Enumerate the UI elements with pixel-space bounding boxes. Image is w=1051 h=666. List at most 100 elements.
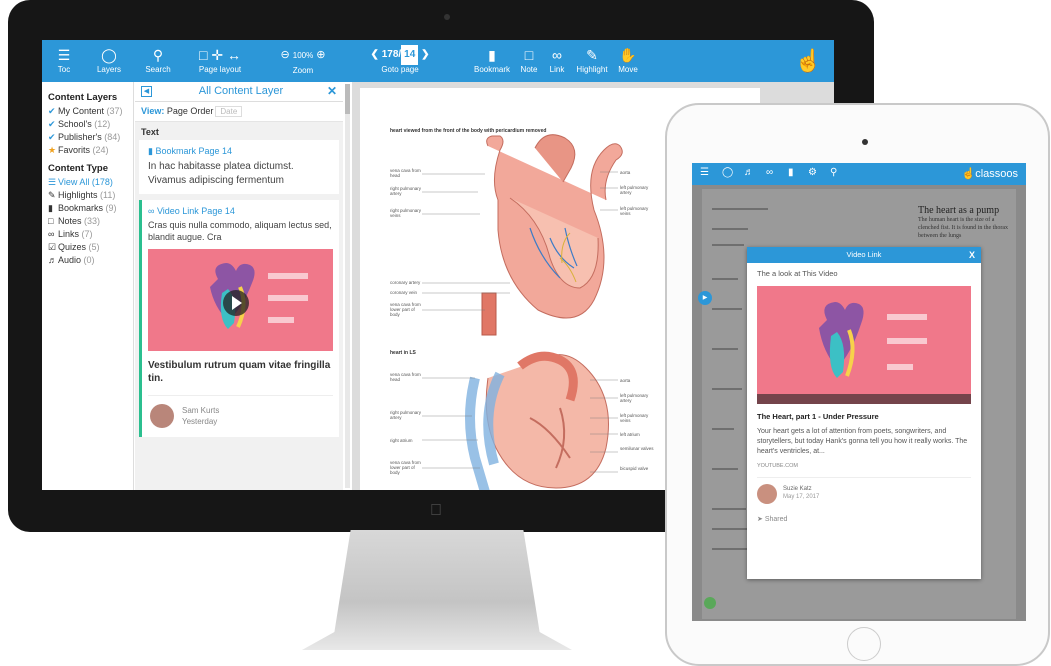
camera xyxy=(444,14,450,20)
link-icon: ∞ xyxy=(48,229,55,239)
note-button[interactable]: □ Note xyxy=(516,40,542,82)
page-layout-icon: □ ✛ ↔ xyxy=(199,47,241,63)
classoos-logo: ☝classoos xyxy=(961,168,1019,180)
avatar xyxy=(150,404,174,428)
video-thumbnail[interactable] xyxy=(757,286,971,404)
list-icon: ☰ xyxy=(48,177,57,187)
search-icon: ⚲ xyxy=(152,47,164,63)
ipad-page-text: The heart as a pump The human heart is t… xyxy=(918,205,1008,239)
move-icon: ✋ xyxy=(619,47,637,63)
audio-icon: ♬ xyxy=(48,255,57,265)
type-bookmarks[interactable]: ▮ Bookmarks (9) xyxy=(48,202,133,215)
panel-header: ◀ All Content Layer ✕ xyxy=(135,82,343,102)
imac-stand xyxy=(302,530,572,650)
type-audio[interactable]: ♬Audio (0) xyxy=(48,254,133,267)
note-icon: □ xyxy=(524,47,534,63)
note-icon: □ xyxy=(48,216,54,226)
heart-illustration xyxy=(210,263,308,329)
type-view-all[interactable]: ☰ View All (178) xyxy=(48,176,133,189)
layer-schools[interactable]: ✔ School's (12) xyxy=(48,118,133,131)
video-thumbnail[interactable] xyxy=(148,249,333,351)
view-page-order[interactable]: Page Order xyxy=(167,106,214,116)
list-icon: ☰ xyxy=(57,47,71,63)
video-marker-icon[interactable]: ▶ xyxy=(698,291,712,305)
audio-icon[interactable]: ♬ xyxy=(744,167,754,178)
star-icon: ★ xyxy=(48,145,57,155)
layers-button[interactable]: ◯ Layers xyxy=(90,40,128,82)
bookmark-icon[interactable]: ▮ xyxy=(788,167,794,178)
check-icon: ✔ xyxy=(48,132,56,142)
home-button[interactable] xyxy=(847,627,881,661)
close-icon[interactable]: ✕ xyxy=(327,84,337,98)
close-icon[interactable]: X xyxy=(969,247,975,263)
view-date[interactable]: Date xyxy=(215,106,243,117)
toc-button[interactable]: ☰ Toc xyxy=(48,40,80,82)
content-type-title: Content Type xyxy=(48,163,108,174)
content-list-panel: ◀ All Content Layer ✕ View: Page Order Da… xyxy=(135,82,343,490)
zoom-value: 100% xyxy=(292,51,314,60)
bookmark-icon: ▮ xyxy=(488,47,496,63)
layer-publishers[interactable]: ✔ Publisher's (84) xyxy=(48,131,133,144)
ipad-footer xyxy=(704,597,720,609)
share-icon: ➤ xyxy=(757,516,763,523)
link-icon[interactable]: ∞ xyxy=(766,167,773,178)
type-notes[interactable]: □ Notes (33) xyxy=(48,215,133,228)
view-selector: View: Page Order Date xyxy=(135,102,343,122)
ipad-device: ☰ ◯ ♬ ∞ ▮ ⚙ ⚲ ☝classoos The heart as a p… xyxy=(665,103,1050,666)
page-layout-button[interactable]: □ ✛ ↔ Page layout xyxy=(190,40,250,82)
goto-page-control[interactable]: ❮ 178/14 ❯ Goto page xyxy=(354,40,446,82)
panel-scrollbar[interactable] xyxy=(345,84,350,488)
highlight-icon: ✎ xyxy=(586,47,598,63)
highlight-button[interactable]: ✎ Highlight xyxy=(572,40,612,82)
shared-label[interactable]: ➤ Shared xyxy=(747,507,981,531)
layers-icon[interactable]: ◯ xyxy=(722,167,733,178)
popup-author: Suzie Katz May 17, 2017 xyxy=(757,477,971,507)
figure-caption-2: heart in LS xyxy=(390,350,416,356)
highlight-icon: ✎ xyxy=(48,190,56,200)
settings-icon[interactable]: ⚙ xyxy=(808,167,817,178)
ipad-toolbar: ☰ ◯ ♬ ∞ ▮ ⚙ ⚲ ☝classoos xyxy=(692,163,1026,185)
video-link-card[interactable]: ∞ Video Link Page 14 Cras quis nulla com… xyxy=(139,200,339,437)
type-links[interactable]: ∞ Links (7) xyxy=(48,228,133,241)
goto-page-input[interactable]: 14 xyxy=(401,45,419,65)
check-icon: ✔ xyxy=(48,119,56,129)
apple-logo-icon:  xyxy=(430,502,442,520)
avatar xyxy=(757,484,777,504)
layers-icon: ◯ xyxy=(101,47,117,63)
link-icon: ∞ xyxy=(552,47,562,63)
zoom-in-icon[interactable]: ⊕ xyxy=(316,49,325,61)
panel-title: All Content Layer xyxy=(198,85,284,97)
section-heading: Text xyxy=(141,127,159,137)
check-icon: ✔ xyxy=(48,106,56,116)
bookmark-icon: ▮ xyxy=(148,146,153,156)
search-button[interactable]: ⚲ Search xyxy=(140,40,176,82)
search-icon[interactable]: ⚲ xyxy=(830,167,837,178)
link-button[interactable]: ∞ Link xyxy=(544,40,570,82)
type-quizes[interactable]: ☑ Quizes (5) xyxy=(48,241,133,254)
video-link-popup: Video Link X The a look at This Video Th… xyxy=(747,247,981,579)
layer-my-content[interactable]: ✔ My Content (37) xyxy=(48,105,133,118)
layer-favorits[interactable]: ★ Favorits (24) xyxy=(48,144,133,157)
move-button[interactable]: ✋ Move xyxy=(614,40,642,82)
heart-illustration xyxy=(757,302,971,404)
bookmark-card[interactable]: ▮ Bookmark Page 14 In hac habitasse plat… xyxy=(139,140,339,194)
collapse-icon[interactable]: ◀ xyxy=(141,86,152,97)
bookmark-icon: ▮ xyxy=(48,203,53,213)
zoom-out-icon[interactable]: ⊖ xyxy=(280,49,289,61)
camera xyxy=(862,139,868,145)
card-author: Sam Kurts Yesterday xyxy=(148,395,333,431)
quiz-icon: ☑ xyxy=(48,242,57,252)
prev-page-icon[interactable]: ❮ xyxy=(371,49,379,60)
next-page-icon[interactable]: ❯ xyxy=(421,49,429,60)
type-highlights[interactable]: ✎ Highlights (11) xyxy=(48,189,133,202)
content-layers-title: Content Layers xyxy=(48,92,118,103)
link-icon: ∞ xyxy=(148,206,155,216)
zoom-control[interactable]: ⊖ 100% ⊕ Zoom xyxy=(268,40,338,82)
ipad-screen: ☰ ◯ ♬ ∞ ▮ ⚙ ⚲ ☝classoos The heart as a p… xyxy=(692,163,1026,621)
bookmark-button[interactable]: ▮ Bookmark xyxy=(470,40,514,82)
content-layers-panel: Content Layers ✔ My Content (37) ✔ School'… xyxy=(42,82,134,490)
hand-tool-icon[interactable]: ☝ xyxy=(795,48,822,74)
user-badge xyxy=(704,597,716,609)
toolbar: ☰ Toc ◯ Layers ⚲ Search □ ✛ ↔ Page layou… xyxy=(42,40,834,82)
list-icon[interactable]: ☰ xyxy=(700,167,709,178)
